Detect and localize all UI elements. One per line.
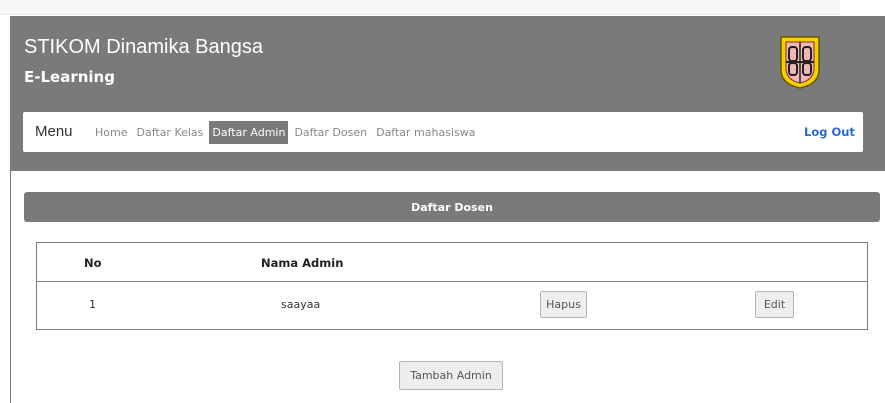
- table-header-divider: [37, 281, 867, 282]
- nav-brand[interactable]: Menu: [35, 123, 73, 140]
- edit-button[interactable]: Edit: [755, 291, 794, 318]
- university-logo-icon: [780, 36, 820, 89]
- row-nama-admin: saayaa: [281, 298, 321, 311]
- logout-link[interactable]: Log Out: [804, 125, 855, 139]
- top-browser-strip: [0, 0, 840, 15]
- nav-link-home[interactable]: Home: [92, 121, 130, 144]
- nav-link-daftar-mahasiswa[interactable]: Daftar mahasiswa: [373, 121, 478, 144]
- row-no: 1: [89, 298, 96, 311]
- site-title: STIKOM Dinamika Bangsa: [24, 36, 263, 58]
- delete-button[interactable]: Hapus: [540, 291, 587, 318]
- nav-links: Home Daftar Kelas Daftar Admin Daftar Do…: [92, 112, 481, 152]
- column-header-nama-admin: Nama Admin: [261, 256, 344, 270]
- nav-link-daftar-admin[interactable]: Daftar Admin: [209, 120, 289, 144]
- nav-link-daftar-dosen[interactable]: Daftar Dosen: [291, 121, 370, 144]
- admin-table: No Nama Admin 1 saayaa Hapus Edit: [36, 242, 868, 330]
- site-header: STIKOM Dinamika Bangsa E-Learning Menu H…: [10, 16, 885, 171]
- site-subtitle: E-Learning: [24, 68, 115, 86]
- panel-title: Daftar Dosen: [24, 192, 880, 222]
- column-header-no: No: [84, 256, 102, 270]
- main-navbar: Menu Home Daftar Kelas Daftar Admin Daft…: [23, 112, 863, 152]
- add-admin-button[interactable]: Tambah Admin: [399, 361, 503, 390]
- content-left-border: [10, 171, 11, 403]
- nav-link-daftar-kelas[interactable]: Daftar Kelas: [133, 121, 206, 144]
